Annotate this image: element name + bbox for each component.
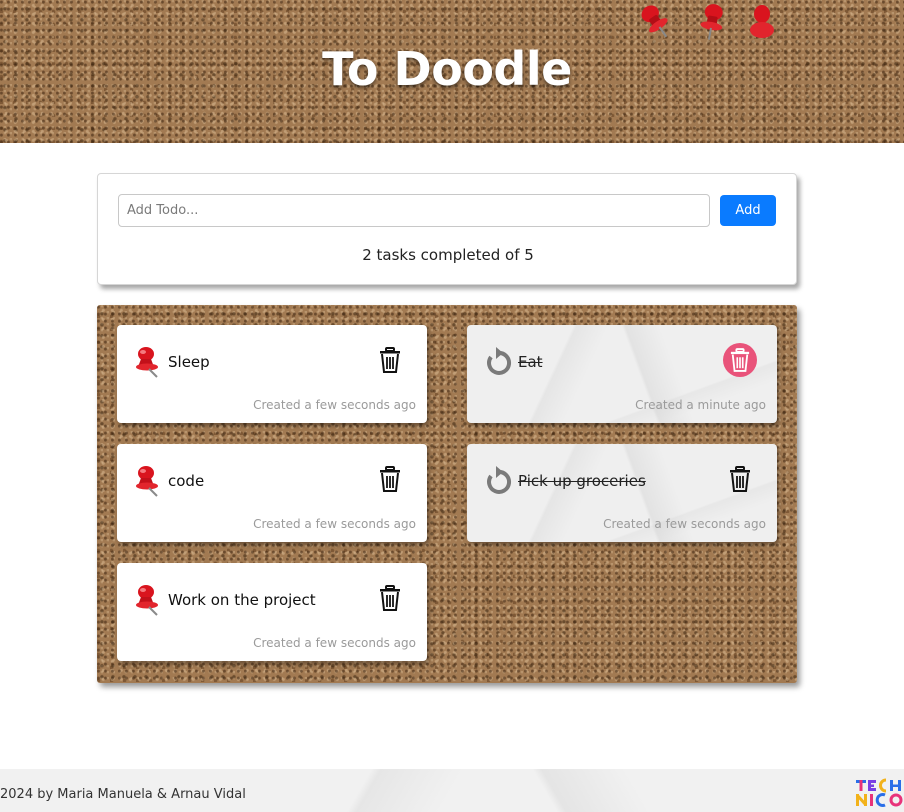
delete-button[interactable] (723, 343, 757, 377)
trash-icon (380, 466, 400, 492)
todo-card: Eat Created a minute ago (467, 325, 777, 423)
todo-card: Pick up groceries Created a few seconds … (467, 444, 777, 542)
todo-created-time: Created a minute ago (635, 398, 766, 412)
pushpin-icon (744, 2, 780, 42)
trash-icon (730, 466, 750, 492)
todo-title: code (168, 472, 205, 490)
header-banner: To Doodle (0, 0, 904, 143)
undo-icon[interactable] (483, 345, 513, 379)
add-button[interactable]: Add (720, 195, 776, 226)
todo-created-time: Created a few seconds ago (253, 398, 416, 412)
trash-icon (380, 347, 400, 373)
pushpin-icon[interactable] (133, 464, 163, 498)
todo-title: Sleep (168, 353, 210, 371)
completed-count: 2 tasks completed of 5 (362, 246, 534, 264)
todo-card: Sleep Created a few seconds ago (117, 325, 427, 423)
delete-button[interactable] (723, 462, 757, 496)
pushpin-icon (691, 0, 733, 45)
footer-credits: 2024 by Maria Manuela & Arnau Vidal (0, 787, 246, 802)
footer: 2024 by Maria Manuela & Arnau Vidal (0, 769, 904, 812)
delete-button[interactable] (373, 581, 407, 615)
todo-created-time: Created a few seconds ago (253, 517, 416, 531)
trash-icon (380, 585, 400, 611)
technico-logo (854, 777, 904, 809)
todo-title: Eat (518, 353, 543, 371)
todo-created-time: Created a few seconds ago (603, 517, 766, 531)
todo-title: Pick up groceries (518, 472, 646, 490)
undo-icon[interactable] (483, 464, 513, 498)
todo-title: Work on the project (168, 591, 316, 609)
pushpin-icon[interactable] (133, 345, 163, 379)
todo-created-time: Created a few seconds ago (253, 636, 416, 650)
delete-button[interactable] (373, 462, 407, 496)
trash-icon (730, 348, 750, 372)
delete-button[interactable] (373, 343, 407, 377)
add-todo-panel: Add 2 tasks completed of 5 (97, 173, 797, 285)
todo-card: Work on the project Created a few second… (117, 563, 427, 661)
add-todo-input[interactable] (118, 194, 710, 227)
pushpin-icon[interactable] (133, 583, 163, 617)
todo-card: code Created a few seconds ago (117, 444, 427, 542)
todo-board: Sleep Created a few seconds ago Eat Crea… (97, 305, 797, 683)
page-title: To Doodle (322, 42, 572, 96)
header-pins (638, 2, 788, 46)
